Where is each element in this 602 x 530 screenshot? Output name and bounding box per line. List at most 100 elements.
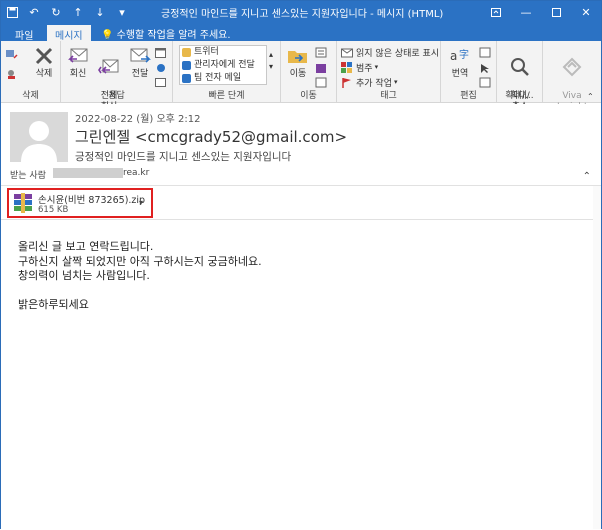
save-icon[interactable]	[1, 1, 23, 23]
move-button[interactable]: 이동	[283, 45, 313, 80]
vertical-scrollbar[interactable]	[593, 186, 601, 529]
im-button[interactable]	[155, 61, 170, 75]
reply-all-button[interactable]: 전체 회신	[94, 45, 124, 113]
categorize-button[interactable]: 범주 ▾	[341, 60, 378, 74]
categorize-caret-icon: ▾	[374, 63, 379, 71]
close-icon[interactable]: ✕	[571, 1, 601, 23]
actions-button[interactable]	[315, 75, 330, 89]
message-subject: 긍정적인 마인드를 지니고 센스있는 지원자입니다	[75, 151, 292, 163]
svg-text:a: a	[450, 49, 457, 63]
redo-icon[interactable]: ↻	[45, 1, 67, 23]
down-arrow-icon[interactable]: ↓	[89, 1, 111, 23]
flag-icon	[342, 77, 351, 88]
quick-step-forward-manager[interactable]: 관리자에게 전달	[180, 59, 266, 72]
select-cursor-icon	[481, 63, 489, 73]
quick-step-team-email[interactable]: 팀 전자 메일	[180, 72, 266, 85]
delete-button[interactable]: 삭제	[29, 45, 59, 80]
category-icon	[341, 61, 352, 73]
rules-button[interactable]	[315, 45, 330, 59]
actions-icon	[315, 77, 327, 87]
mark-unread-button[interactable]: 읽지 않은 상태로 표시	[341, 45, 439, 59]
outlook-message-window: ↶ ↻ ↑ ↓ ▾ 긍정적인 마인드를 지니고 센스있는 지원자입니다 - 메시…	[0, 0, 602, 530]
tab-message[interactable]: 메시지	[47, 25, 91, 42]
ribbon-collapse-icon[interactable]: ⌃	[587, 89, 594, 103]
title-bar: ↶ ↻ ↑ ↓ ▾ 긍정적인 마인드를 지니고 센스있는 지원자입니다 - 메시…	[1, 1, 601, 23]
magnifier-icon	[508, 56, 532, 78]
winrar-archive-icon	[14, 193, 32, 213]
im-icon	[157, 63, 165, 72]
delete-group: 삭제 삭제	[1, 41, 61, 103]
move-group-label: 이동	[300, 91, 317, 101]
tab-file[interactable]: 파일	[7, 25, 41, 42]
quick-steps-group: 트위터 관리자에게 전달 팀 전자 메일 ▴ ▾ 빠른 단계	[173, 41, 281, 103]
attachment-item[interactable]: 손시윤(비번 873265).zip 615 KB ▾	[7, 188, 153, 218]
minimize-icon[interactable]: —	[511, 1, 541, 23]
junk-button[interactable]	[6, 67, 21, 81]
to-label: 받는 사람	[10, 171, 46, 181]
customize-qat-icon[interactable]: ▾	[111, 1, 133, 23]
window-title: 긍정적인 마인드를 지니고 센스있는 지원자입니다 - 메시지 (HTML)	[161, 9, 444, 20]
followup-caret-icon: ▾	[393, 78, 398, 86]
attachment-menu-caret-icon[interactable]: ▾	[139, 198, 143, 207]
body-line-3: 창의력이 넘치는 사람입니다.	[18, 269, 150, 282]
recipient-address[interactable]: rea.kr	[123, 168, 149, 178]
tags-group-label: 태그	[380, 91, 397, 101]
body-line-1: 올리신 글 보고 연락드립니다.	[18, 240, 154, 253]
followup-button[interactable]: 추가 작업 ▾	[341, 75, 398, 89]
related-icon	[479, 77, 491, 87]
translate-button[interactable]: a字 번역	[445, 45, 475, 80]
related-button[interactable]	[479, 75, 494, 89]
onenote-button[interactable]	[315, 61, 330, 75]
forward-button[interactable]: 전달	[125, 45, 155, 80]
quick-step-twitter[interactable]: 트위터	[180, 46, 266, 59]
message-date: 2022-08-22 (월) 오후 2:12	[75, 114, 201, 125]
editing-group-label: 편집	[460, 91, 477, 101]
find-button[interactable]	[479, 45, 494, 59]
maximize-icon[interactable]	[541, 1, 571, 23]
delete-group-label: 삭제	[22, 91, 39, 101]
delete-x-icon	[32, 45, 56, 67]
message-body: 올리신 글 보고 연락드립니다. 구하신지 살짝 되었지만 아직 구하시는지 궁…	[1, 221, 601, 530]
svg-text:字: 字	[459, 48, 469, 61]
viva-insights-button[interactable]: Viva Insights	[557, 45, 592, 113]
ribbon: 삭제 삭제 회신 전체 회신 전달	[1, 41, 601, 112]
recipient-redacted	[53, 168, 123, 178]
respond-group: 회신 전체 회신 전달 응답	[61, 41, 173, 112]
more-respond-button[interactable]	[155, 75, 170, 89]
translate-icon: a字	[448, 45, 472, 67]
viva-insights-icon	[560, 56, 584, 78]
ribbon-display-icon[interactable]	[481, 1, 511, 23]
find-icon	[479, 47, 491, 57]
sender-name[interactable]: 그린엔젤 <cmcgrady52@gmail.com>	[75, 126, 347, 147]
meeting-icon	[155, 47, 166, 58]
zoom-button[interactable]: 확대/ 축소	[505, 45, 535, 113]
forward-icon	[128, 45, 152, 67]
respond-group-label: 응답	[108, 91, 125, 101]
onenote-icon	[316, 63, 326, 73]
attachment-name: 손시윤(비번 873265).zip	[38, 195, 146, 206]
reply-all-icon	[97, 56, 121, 78]
lightbulb-icon: 💡	[101, 30, 114, 41]
attachment-size: 615 KB	[38, 205, 69, 215]
quick-steps-scroll-down[interactable]: ▾	[269, 59, 273, 73]
undo-icon[interactable]: ↶	[23, 1, 45, 23]
zoom-group-label: 확대/...	[505, 91, 534, 101]
reply-button[interactable]: 회신	[63, 45, 93, 80]
tell-me-box[interactable]: 💡 수행할 작업을 알려 주세요.	[101, 26, 231, 41]
quick-steps-list: 트위터 관리자에게 전달 팀 전자 메일	[179, 45, 267, 85]
ignore-button[interactable]	[6, 47, 21, 61]
header-collapse-icon[interactable]: ⌃	[583, 171, 591, 182]
attachment-bar: 손시윤(비번 873265).zip 615 KB ▾	[1, 186, 601, 220]
reply-icon	[66, 45, 90, 67]
more-icon	[155, 77, 166, 87]
up-arrow-icon[interactable]: ↑	[67, 1, 89, 23]
forward-manager-icon	[182, 61, 191, 70]
viva-group: Viva Insights ⌃	[543, 41, 601, 112]
select-button[interactable]	[479, 61, 494, 75]
move-folder-icon	[286, 45, 310, 67]
sender-avatar	[10, 112, 68, 162]
rules-icon	[315, 47, 327, 57]
meeting-button[interactable]	[155, 45, 170, 59]
tell-me-text: 수행할 작업을 알려 주세요.	[116, 30, 231, 41]
unread-envelope-icon	[341, 48, 353, 57]
